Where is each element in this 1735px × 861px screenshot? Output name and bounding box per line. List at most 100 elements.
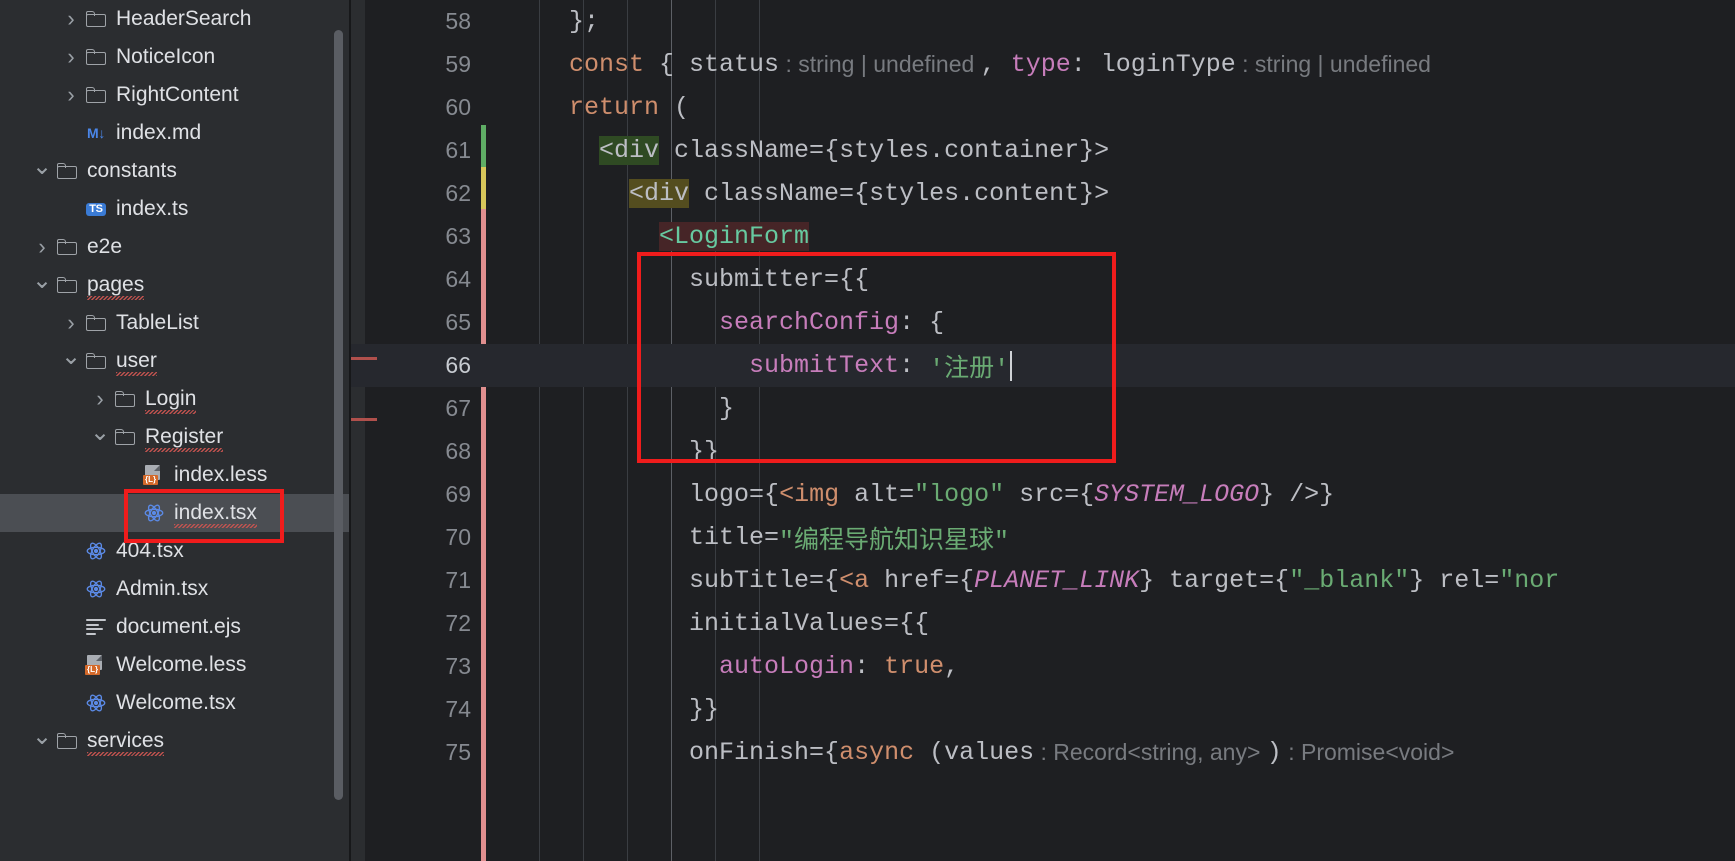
code-token: {: [1274, 566, 1290, 595]
tree-item-headersearch[interactable]: › HeaderSearch: [0, 0, 351, 38]
code-line[interactable]: submitter={{: [481, 258, 1735, 301]
tree-item-index-tsx[interactable]: ›index.tsx: [0, 494, 351, 532]
line-number[interactable]: 59: [351, 43, 481, 86]
line-number[interactable]: 70: [351, 516, 481, 559]
code-token: {: [1079, 480, 1095, 509]
chevron-right-icon[interactable]: ›: [60, 84, 82, 106]
chevron-down-icon[interactable]: ⌄: [31, 269, 53, 293]
code-line[interactable]: return (: [481, 86, 1735, 129]
tree-item-admin-tsx[interactable]: ›Admin.tsx: [0, 570, 351, 608]
tree-item-constants[interactable]: ⌄ constants: [0, 152, 351, 190]
line-number[interactable]: 60: [351, 86, 481, 129]
tree-item-welcome-tsx[interactable]: ›Welcome.tsx: [0, 684, 351, 722]
line-number[interactable]: 61: [351, 129, 481, 172]
chevron-right-icon[interactable]: ›: [89, 388, 111, 410]
folder-icon: [82, 353, 110, 369]
tree-item-label: index.ts: [116, 197, 189, 220]
line-number[interactable]: 65: [351, 301, 481, 344]
chevron-down-icon[interactable]: ⌄: [60, 345, 82, 369]
folder-icon: [53, 163, 81, 179]
code-line[interactable]: <div className= {styles.container}>: [481, 129, 1735, 172]
code-token: : string | undefined: [779, 51, 981, 77]
code-line[interactable]: title= "编程导航知识星球": [481, 516, 1735, 559]
tree-item-e2e[interactable]: › e2e: [0, 228, 351, 266]
code-token: {{: [839, 265, 870, 294]
chevron-right-icon[interactable]: ›: [60, 8, 82, 30]
line-number[interactable]: 66: [351, 344, 481, 387]
project-tree[interactable]: › HeaderSearch › NoticeIcon › RightContent › M↓…: [0, 0, 351, 760]
line-number[interactable]: 68: [351, 430, 481, 473]
tree-item-label: index.tsx: [174, 501, 257, 528]
vcs-marker: [351, 357, 377, 360]
code-line[interactable]: }}: [481, 430, 1735, 473]
code-line[interactable]: initialValues={{: [481, 602, 1735, 645]
tree-item-register[interactable]: ⌄ Register: [0, 418, 351, 456]
line-number[interactable]: 74: [351, 688, 481, 731]
tree-item-login[interactable]: › Login: [0, 380, 351, 418]
line-number[interactable]: 63: [351, 215, 481, 258]
chevron-down-icon[interactable]: ⌄: [31, 725, 53, 749]
tree-item-document-ejs[interactable]: ›document.ejs: [0, 608, 351, 646]
code-token: return: [569, 93, 660, 122]
editor-gutter[interactable]: 58 59 60 61 62 63 64 65 66 67 68 69 70 71 72 73 74 75: [351, 0, 481, 861]
code-token: submitText: [749, 351, 900, 380]
tree-item-index-less[interactable]: ›{L}index.less: [0, 456, 351, 494]
code-token: {: [824, 566, 840, 595]
tree-item-index-md[interactable]: ›M↓index.md: [0, 114, 351, 152]
markdown-icon: M↓: [86, 125, 106, 141]
code-line[interactable]: }}: [481, 688, 1735, 731]
code-token: async: [839, 738, 915, 767]
tree-item-user[interactable]: ⌄ user: [0, 342, 351, 380]
tree-item-404-tsx[interactable]: ›404.tsx: [0, 532, 351, 570]
sidebar-scrollbar[interactable]: [334, 30, 343, 800]
code-line[interactable]: const { status : string | undefined , ty…: [481, 43, 1735, 86]
line-number[interactable]: 64: [351, 258, 481, 301]
tree-item-welcome-less[interactable]: ›{L}Welcome.less: [0, 646, 351, 684]
tree-item-label: index.less: [174, 463, 268, 486]
code-line[interactable]: <LoginForm: [481, 215, 1735, 258]
code-token: : {: [899, 308, 945, 337]
line-number[interactable]: 67: [351, 387, 481, 430]
tree-item-pages[interactable]: ⌄ pages: [0, 266, 351, 304]
code-lines[interactable]: }; const { status : string | undefined ,…: [481, 0, 1735, 774]
project-sidebar[interactable]: › HeaderSearch › NoticeIcon › RightContent › M↓…: [0, 0, 351, 861]
line-number[interactable]: 73: [351, 645, 481, 688]
tree-item-rightcontent[interactable]: › RightContent: [0, 76, 351, 114]
code-token: submitter=: [539, 265, 840, 294]
code-token: <a: [839, 566, 870, 595]
folder-icon: [82, 87, 110, 103]
line-number[interactable]: 69: [351, 473, 481, 516]
line-number[interactable]: 72: [351, 602, 481, 645]
code-line[interactable]: }: [481, 387, 1735, 430]
code-line[interactable]: searchConfig: {: [481, 301, 1735, 344]
tree-item-label: index.md: [116, 121, 202, 144]
code-area[interactable]: }; const { status : string | undefined ,…: [481, 0, 1735, 861]
tree-item-services[interactable]: ⌄ services: [0, 722, 351, 760]
chevron-down-icon[interactable]: ⌄: [31, 155, 53, 179]
tree-item-noticeicon[interactable]: › NoticeIcon: [0, 38, 351, 76]
tree-item-tablelist[interactable]: › TableList: [0, 304, 351, 342]
code-token: true: [884, 652, 945, 681]
code-line[interactable]: };: [481, 0, 1735, 43]
ejs-icon: [82, 619, 110, 635]
tree-item-label: RightContent: [116, 83, 239, 106]
line-number[interactable]: 62: [351, 172, 481, 215]
code-line[interactable]: subTitle={<a href={PLANET_LINK} target={…: [481, 559, 1735, 602]
line-number[interactable]: 75: [351, 731, 481, 774]
code-line[interactable]: onFinish={async (values : Record<string,…: [481, 731, 1735, 774]
folder-icon: [82, 11, 110, 27]
chevron-right-icon[interactable]: ›: [60, 312, 82, 334]
chevron-down-icon[interactable]: ⌄: [89, 421, 111, 445]
line-number[interactable]: 71: [351, 559, 481, 602]
code-line[interactable]: submitText: '注册': [481, 344, 1735, 387]
code-line[interactable]: logo={<img alt= "logo" src={SYSTEM_LOGO} …: [481, 473, 1735, 516]
chevron-right-icon[interactable]: ›: [60, 46, 82, 68]
chevron-right-icon[interactable]: ›: [31, 236, 53, 258]
code-token: :: [899, 351, 930, 380]
line-number[interactable]: 58: [351, 0, 481, 43]
code-token: "nor: [1499, 566, 1560, 595]
code-line[interactable]: autoLogin: true,: [481, 645, 1735, 688]
tree-item-index-ts[interactable]: ›TSindex.ts: [0, 190, 351, 228]
code-token: : Record<string, any>: [1034, 739, 1267, 765]
code-line[interactable]: <div className= {styles.content}>: [481, 172, 1735, 215]
